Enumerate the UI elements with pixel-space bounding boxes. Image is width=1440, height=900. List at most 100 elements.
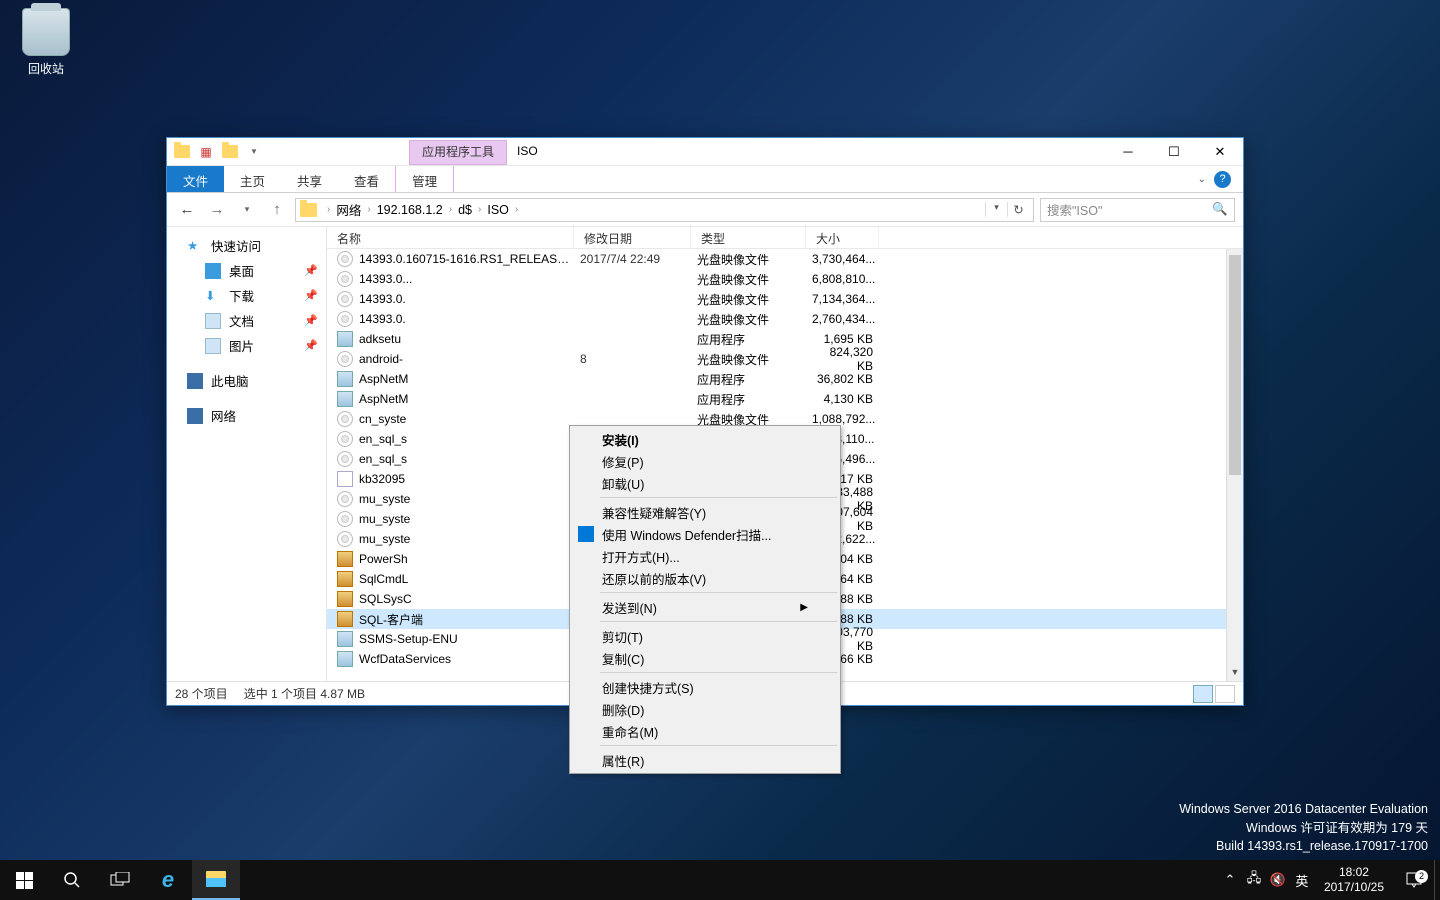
address-bar[interactable]: › 网络 › 192.168.1.2 › d$ › ISO › ▾ ↻ <box>295 198 1034 222</box>
start-button[interactable] <box>0 860 48 900</box>
file-size: 2,760,434... <box>812 312 879 326</box>
volume-tray-icon[interactable]: 🔇 <box>1266 872 1290 888</box>
tray-chevron-up-icon[interactable]: ⌃ <box>1218 872 1242 888</box>
file-row[interactable]: 14393.0... 光盘映像文件 6,808,810... <box>327 269 1243 289</box>
col-type[interactable]: 类型 <box>691 227 806 248</box>
menu-item[interactable]: 复制(C) <box>572 647 838 669</box>
exe-icon <box>337 331 353 347</box>
ribbon-tabs: 文件 主页 共享 查看 管理 ⌄ ? <box>167 166 1243 193</box>
scroll-thumb[interactable] <box>1229 255 1241 475</box>
back-button[interactable]: ← <box>175 198 199 222</box>
menu-item[interactable]: 使用 Windows Defender扫描... <box>572 523 838 545</box>
properties-qat-icon[interactable]: ▦ <box>195 141 217 163</box>
col-date[interactable]: 修改日期 <box>574 227 691 248</box>
file-row[interactable]: 14393.0. 光盘映像文件 7,134,364... <box>327 289 1243 309</box>
nav-documents[interactable]: 文档📌 <box>167 308 326 333</box>
show-desktop-button[interactable] <box>1434 860 1440 900</box>
file-name: 14393.0. <box>359 292 580 306</box>
ime-indicator[interactable]: 英 <box>1290 871 1314 890</box>
nav-desktop[interactable]: 桌面📌 <box>167 258 326 283</box>
folder-icon[interactable] <box>171 141 193 163</box>
menu-label: 重命名(M) <box>602 722 658 741</box>
file-row[interactable]: 14393.0.160715-1616.RS1_RELEASE_C... 201… <box>327 249 1243 269</box>
help-icon[interactable]: ? <box>1214 171 1231 188</box>
chevron-right-icon[interactable]: › <box>511 204 522 215</box>
chevron-right-icon[interactable]: › <box>323 204 334 215</box>
exe-icon <box>337 391 353 407</box>
titlebar[interactable]: ▦ ▼ 应用程序工具 ISO ─ ☐ ✕ <box>167 138 1243 166</box>
menu-item[interactable]: 发送到(N)▶ <box>572 596 838 618</box>
nav-pictures[interactable]: 图片📌 <box>167 333 326 358</box>
action-center-button[interactable]: 2 <box>1394 871 1434 889</box>
file-row[interactable]: 14393.0. 光盘映像文件 2,760,434... <box>327 309 1243 329</box>
nav-this-pc[interactable]: 此电脑 <box>167 368 326 393</box>
search-icon[interactable]: 🔍 <box>1212 202 1228 217</box>
col-name[interactable]: 名称 <box>327 227 574 248</box>
menu-label: 兼容性疑难解答(Y) <box>602 503 706 522</box>
ribbon-expand-icon[interactable]: ⌄ <box>1198 174 1206 185</box>
scrollbar[interactable]: ▲ ▼ <box>1226 249 1243 681</box>
explorer-window: ▦ ▼ 应用程序工具 ISO ─ ☐ ✕ 文件 主页 共享 查看 管理 ⌄ ? … <box>166 137 1244 706</box>
chevron-right-icon[interactable]: › <box>363 204 374 215</box>
tab-file[interactable]: 文件 <box>167 166 224 192</box>
new-folder-qat-icon[interactable] <box>219 141 241 163</box>
task-view-icon <box>110 872 130 888</box>
menu-item[interactable]: 修复(P) <box>572 450 838 472</box>
taskbar-explorer[interactable] <box>192 860 240 900</box>
context-tab[interactable]: 应用程序工具 <box>409 140 507 165</box>
taskbar-ie[interactable]: e <box>144 860 192 900</box>
explorer-icon <box>206 871 226 887</box>
chevron-right-icon[interactable]: › <box>474 204 485 215</box>
minimize-button[interactable]: ─ <box>1105 138 1151 165</box>
recycle-bin[interactable]: 回收站 <box>8 8 84 77</box>
refresh-icon[interactable]: ↻ <box>1007 202 1029 217</box>
menu-item[interactable]: 打开方式(H)... <box>572 545 838 567</box>
nav-network[interactable]: 网络 <box>167 403 326 428</box>
file-type: 应用程序 <box>697 371 812 388</box>
defender-icon <box>578 526 594 542</box>
address-dropdown-icon[interactable]: ▾ <box>985 202 1007 217</box>
menu-item[interactable]: 安装(I) <box>572 428 838 450</box>
menu-item[interactable]: 创建快捷方式(S) <box>572 676 838 698</box>
col-size[interactable]: 大小 <box>806 227 879 248</box>
menu-item[interactable]: 还原以前的版本(V) <box>572 567 838 589</box>
file-row[interactable]: android- 8 光盘映像文件 824,320 KB <box>327 349 1243 369</box>
status-count: 28 个项目 <box>175 685 228 702</box>
crumb-network[interactable]: 网络 <box>334 200 363 219</box>
crumb-folder[interactable]: ISO <box>485 203 511 217</box>
qat-dropdown-icon[interactable]: ▼ <box>243 141 265 163</box>
network-tray-icon[interactable]: 🖧 <box>1242 869 1266 891</box>
menu-item[interactable]: 兼容性疑难解答(Y) <box>572 501 838 523</box>
crumb-share[interactable]: d$ <box>456 203 474 217</box>
nav-quick-access[interactable]: ★快速访问 <box>167 233 326 258</box>
scroll-down-icon[interactable]: ▼ <box>1227 664 1243 681</box>
tab-home[interactable]: 主页 <box>224 166 281 192</box>
menu-item[interactable]: 重命名(M) <box>572 720 838 742</box>
menu-item[interactable]: 剪切(T) <box>572 625 838 647</box>
forward-button[interactable]: → <box>205 198 229 222</box>
tab-view[interactable]: 查看 <box>338 166 395 192</box>
crumb-host[interactable]: 192.168.1.2 <box>375 203 445 217</box>
chevron-right-icon[interactable]: › <box>445 204 456 215</box>
search-button[interactable] <box>48 860 96 900</box>
up-button[interactable]: ↑ <box>265 198 289 222</box>
recent-dropdown-icon[interactable]: ▾ <box>235 198 259 222</box>
thumbnails-view-button[interactable] <box>1215 685 1235 703</box>
clock[interactable]: 18:02 2017/10/25 <box>1314 865 1394 895</box>
tab-share[interactable]: 共享 <box>281 166 338 192</box>
tab-manage[interactable]: 管理 <box>395 166 454 192</box>
details-view-button[interactable] <box>1193 685 1213 703</box>
iso-icon <box>337 271 353 287</box>
task-view-button[interactable] <box>96 860 144 900</box>
menu-item[interactable]: 删除(D) <box>572 698 838 720</box>
file-row[interactable]: adksetu 应用程序 1,695 KB <box>327 329 1243 349</box>
nav-downloads[interactable]: ⬇下载📌 <box>167 283 326 308</box>
close-button[interactable]: ✕ <box>1197 138 1243 165</box>
search-input[interactable]: 搜索"ISO" 🔍 <box>1040 198 1235 222</box>
maximize-button[interactable]: ☐ <box>1151 138 1197 165</box>
menu-item[interactable]: 属性(R) <box>572 749 838 771</box>
pin-icon: 📌 <box>304 339 318 352</box>
menu-item[interactable]: 卸载(U) <box>572 472 838 494</box>
file-row[interactable]: AspNetM 应用程序 36,802 KB <box>327 369 1243 389</box>
file-row[interactable]: AspNetM 应用程序 4,130 KB <box>327 389 1243 409</box>
